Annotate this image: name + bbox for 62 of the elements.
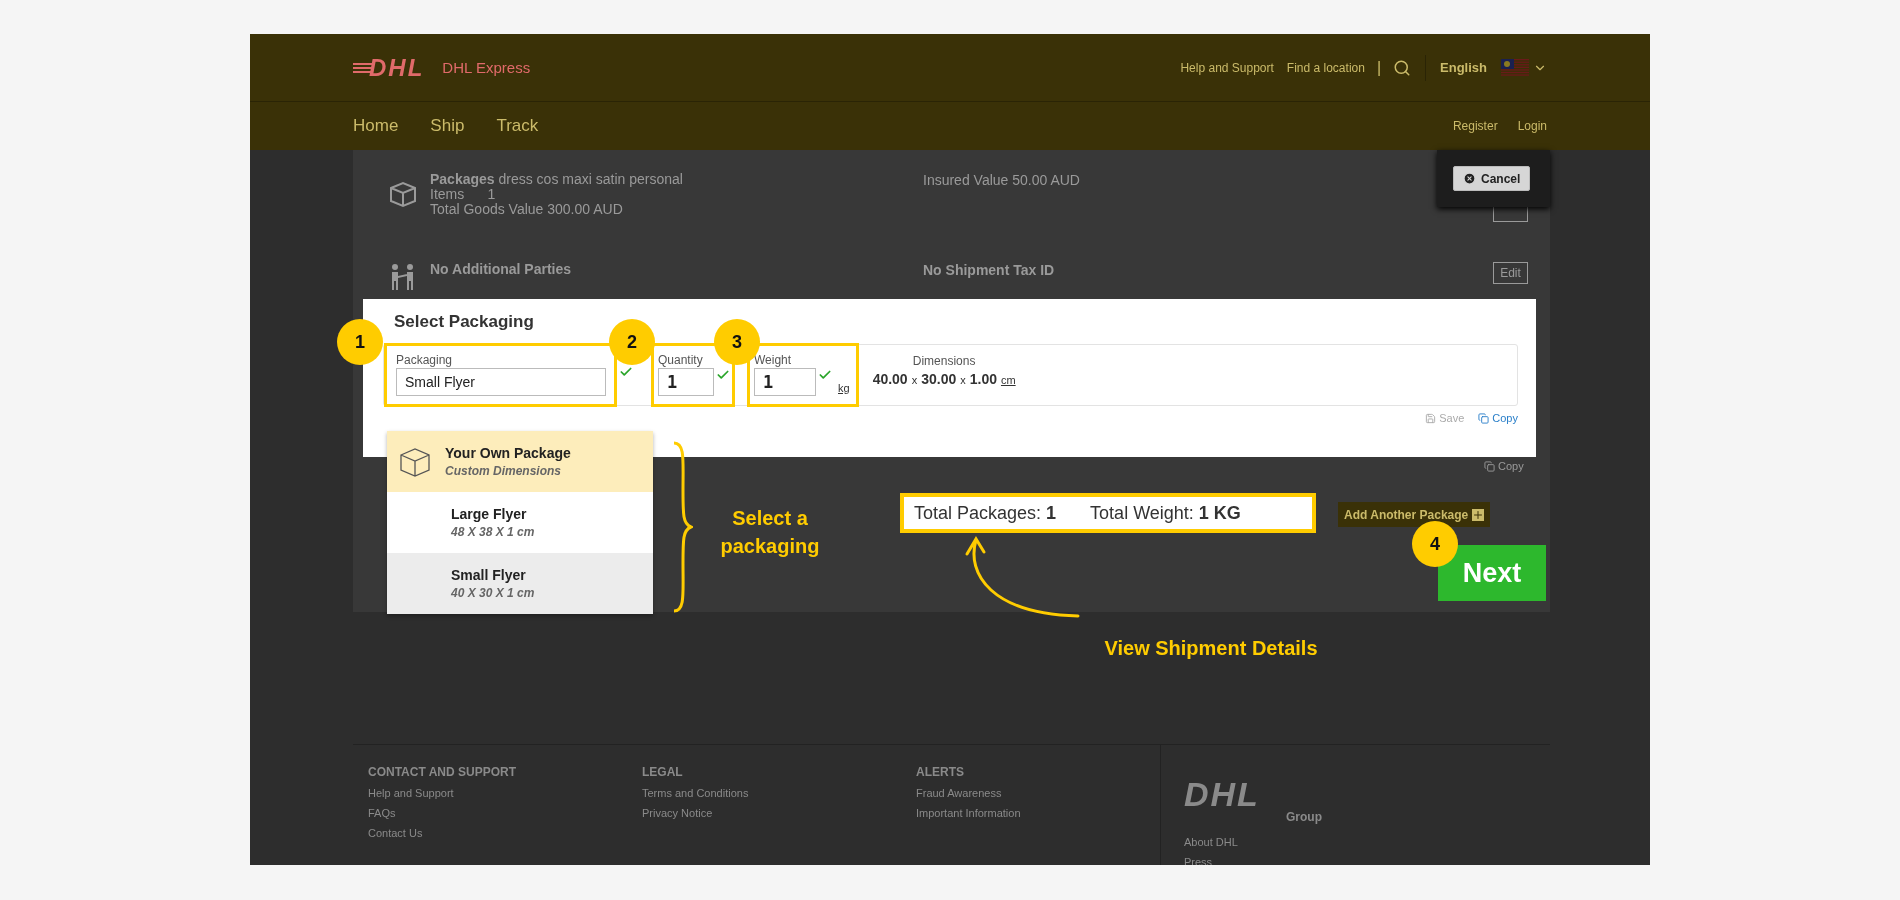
insured-value: Insured Value 50.00 AUD: [923, 172, 1080, 188]
footer-link[interactable]: FAQs: [368, 807, 627, 819]
copy-link[interactable]: Copy: [1478, 412, 1518, 424]
footer-link[interactable]: Help and Support: [368, 787, 627, 799]
field-label: Packaging: [396, 353, 453, 367]
option-name: Small Flyer: [451, 567, 527, 583]
edit-button[interactable]: Edit: [1493, 262, 1528, 284]
total-weight: Total Weight: 1 KG: [1090, 502, 1241, 524]
footer-link[interactable]: Contact Us: [368, 827, 627, 839]
footer-link[interactable]: About DHL: [1184, 836, 1322, 848]
dialog-title: Select Packaging: [394, 312, 535, 332]
header-link[interactable]: Find a location: [1286, 60, 1365, 75]
footer-link[interactable]: Terms and Conditions: [642, 787, 901, 799]
tax-id-text: No Shipment Tax ID: [923, 262, 1055, 278]
option-detail: 40 X 30 X 1 cm: [451, 586, 535, 600]
input-field[interactable]: Small Flyer: [396, 368, 606, 396]
copy-link[interactable]: Copy: [1484, 460, 1524, 472]
times-sign: x: [960, 374, 966, 386]
annotation-text: View Shipment Details: [1103, 636, 1319, 661]
input-field[interactable]: 1: [658, 368, 714, 396]
account-link[interactable]: Register: [1452, 119, 1498, 133]
input-field[interactable]: 1: [754, 368, 816, 396]
cancel-button[interactable]: Cancel: [1453, 166, 1531, 191]
add-package-button[interactable]: Add Another Package: [1338, 502, 1491, 527]
footer-link[interactable]: Fraud Awareness: [916, 787, 1175, 799]
brand-name: DHL Express: [442, 59, 531, 76]
items-count: Items 1: [430, 187, 497, 202]
dimension-value: 40.00: [872, 371, 908, 387]
account-link[interactable]: Login: [1517, 119, 1547, 133]
header-link[interactable]: Help and Support: [1180, 60, 1274, 75]
separator: |: [1376, 58, 1382, 77]
group-label: Group: [1286, 810, 1322, 824]
packages-text: Packages dress cos maxi satin personal: [430, 172, 684, 187]
unit-link[interactable]: kg: [838, 382, 850, 394]
field-label: Dimensions: [912, 354, 976, 368]
language-selector[interactable]: English: [1440, 60, 1487, 75]
option-name: Large Flyer: [451, 506, 528, 522]
field-label: Quantity: [658, 353, 703, 367]
step-marker: 1: [337, 319, 383, 365]
option-detail: Custom Dimensions: [445, 464, 562, 478]
footer-heading: LEGAL: [642, 765, 684, 779]
footer-heading: CONTACT AND SUPPORT: [368, 765, 517, 779]
unit-link[interactable]: cm: [1000, 374, 1016, 386]
nav-item[interactable]: Home: [353, 116, 399, 136]
footer-link[interactable]: Important Information: [916, 807, 1175, 819]
dimension-value: 1.00: [969, 371, 997, 387]
parties-text: No Additional Parties: [430, 262, 573, 277]
footer-link[interactable]: Privacy Notice: [642, 807, 901, 819]
dropdown-option[interactable]: Large Flyer 48 X 38 X 1 cm: [387, 492, 653, 553]
dimension-value: 30.00: [921, 371, 957, 387]
footer-heading: ALERTS: [916, 765, 965, 779]
total-packages: Total Packages: 1: [914, 502, 1057, 524]
dropdown-option[interactable]: Small Flyer 40 X 30 X 1 cm: [387, 553, 653, 614]
nav-item[interactable]: Track: [496, 116, 539, 136]
logo[interactable]: DHL: [369, 53, 425, 82]
option-detail: 48 X 38 X 1 cm: [451, 525, 535, 539]
annotation-text: Select a packaging: [719, 506, 821, 559]
dropdown-option[interactable]: Your Own Package Custom Dimensions: [387, 431, 653, 492]
option-name: Your Own Package: [445, 445, 571, 461]
times-sign: x: [911, 374, 918, 386]
goods-value: Total Goods Value 300.00 AUD: [430, 202, 624, 217]
nav-item[interactable]: Ship: [430, 116, 465, 136]
